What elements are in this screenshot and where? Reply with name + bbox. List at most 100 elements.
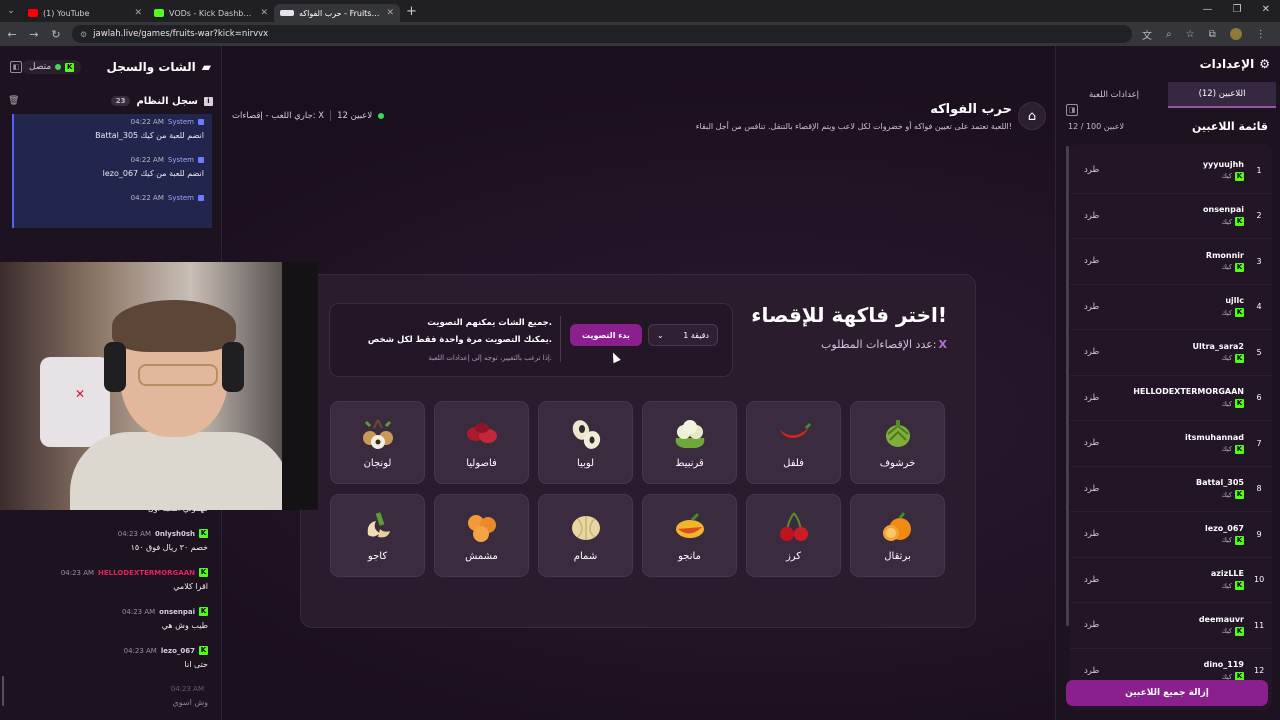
- kick-player-button[interactable]: طرد: [1084, 438, 1099, 448]
- msg-time: 04:23 AM: [117, 529, 151, 538]
- forward-icon[interactable]: →: [28, 28, 40, 41]
- home-button[interactable]: ⌂: [1018, 102, 1046, 130]
- remove-all-players-button[interactable]: إزالة جميع اللاعبين: [1066, 680, 1268, 706]
- new-tab-button[interactable]: +: [406, 4, 417, 19]
- kick-icon: K: [1235, 262, 1244, 272]
- kick-icon: K: [1235, 399, 1244, 409]
- player-name: onsenpai: [1203, 205, 1244, 215]
- tab-search-icon[interactable]: ⌄: [0, 0, 22, 22]
- browser-tab-kick[interactable]: VODs - Kick Dashboard ✕: [148, 4, 274, 22]
- chat-message: 04:23 AM 0nlysh0sh K خصم ٣٠ ريال فوق ١٥٠: [0, 529, 222, 568]
- close-icon[interactable]: ✕: [386, 8, 394, 18]
- kick-player-button[interactable]: طرد: [1084, 211, 1099, 221]
- player-row: طرد azizLLE كيك K 10: [1070, 558, 1272, 603]
- webcam-glasses: [138, 364, 218, 386]
- minimize-icon[interactable]: —: [1203, 4, 1213, 15]
- artichoke-icon: [880, 416, 916, 452]
- bookmark-star-icon[interactable]: ☆: [1186, 29, 1195, 40]
- syslog-count: 23: [110, 96, 131, 106]
- chat-title-text: الشات والسجل: [106, 60, 196, 74]
- maximize-icon[interactable]: ❐: [1233, 4, 1242, 15]
- game-subtitle: اللعبة تعتمد على تعيين فواكه أو خضروات ل…: [695, 122, 1012, 131]
- fruit-card[interactable]: برتقال: [850, 494, 945, 577]
- mango-icon: [672, 509, 708, 545]
- cherry-icon: [776, 509, 812, 545]
- kick-player-button[interactable]: طرد: [1084, 347, 1099, 357]
- kick-player-button[interactable]: طرد: [1084, 529, 1099, 539]
- fruit-card[interactable]: كاجو: [330, 494, 425, 577]
- trash-icon[interactable]: 🗑: [8, 96, 19, 106]
- reload-icon[interactable]: ↻: [50, 28, 62, 41]
- fruit-card[interactable]: شمام: [538, 494, 633, 577]
- fruit-grid: خرشوف فلفل قرنبيط لوبيا فاصوليا لونجان برتقال ك…: [329, 401, 945, 577]
- msg-user[interactable]: onsenpai: [159, 608, 195, 616]
- kick-player-button[interactable]: طرد: [1084, 575, 1099, 585]
- fruit-card[interactable]: فلفل: [746, 401, 841, 484]
- close-window-icon[interactable]: ✕: [1262, 4, 1270, 15]
- kick-player-button[interactable]: طرد: [1084, 666, 1099, 676]
- start-vote-button[interactable]: بدء التصويت: [570, 324, 642, 346]
- chat-message: 04:23 AM HELLODEXTERMORGAAN K اقرا كلامي: [0, 568, 222, 607]
- kick-player-button[interactable]: طرد: [1084, 165, 1099, 175]
- kick-icon: K: [199, 529, 208, 538]
- fruit-card[interactable]: مشمش: [434, 494, 529, 577]
- translate-icon[interactable]: 文: [1142, 27, 1152, 42]
- syslog-header[interactable]: 🗑 23 سجل النظام i: [0, 88, 221, 114]
- kick-player-button[interactable]: طرد: [1084, 393, 1099, 403]
- kick-player-button[interactable]: طرد: [1084, 302, 1099, 312]
- kick-player-button[interactable]: طرد: [1084, 484, 1099, 494]
- chat-scrollbar[interactable]: [2, 676, 4, 706]
- player-name: lezo_067: [1204, 523, 1244, 533]
- back-icon[interactable]: ←: [6, 28, 18, 41]
- player-source: كيك: [1221, 399, 1232, 408]
- msg-time: 04:22 AM: [130, 194, 164, 202]
- fruit-card[interactable]: مانجو: [642, 494, 737, 577]
- extensions-icon[interactable]: ⧉: [1209, 29, 1216, 40]
- fruit-card[interactable]: لوبيا: [538, 401, 633, 484]
- fruit-card[interactable]: خرشوف: [850, 401, 945, 484]
- menu-icon[interactable]: ⋮: [1256, 29, 1266, 40]
- fruit-card[interactable]: كرز: [746, 494, 841, 577]
- browser-tab-youtube[interactable]: (1) YouTube ✕: [22, 4, 148, 22]
- webcam-chair: [40, 357, 110, 447]
- game-title: حرب الفواكه: [930, 102, 1012, 117]
- zoom-icon[interactable]: ⌕: [1166, 29, 1172, 40]
- kick-icon: K: [65, 62, 75, 72]
- url-field[interactable]: ⚙ jawlah.live/games/fruits-war?kick=nirv…: [72, 25, 1132, 43]
- player-name: azizLLE: [1210, 569, 1244, 579]
- system-icon: [198, 195, 204, 201]
- collapse-panel-icon[interactable]: ◧: [10, 61, 22, 73]
- address-bar: ← → ↻ ⚙ jawlah.live/games/fruits-war?kic…: [0, 22, 1280, 46]
- fruit-card[interactable]: فاصوليا: [434, 401, 529, 484]
- system-message: 04:22 AM System lezo_067 انضم للعبة من ك…: [12, 152, 212, 190]
- fruit-card[interactable]: لونجان: [330, 401, 425, 484]
- tab-players[interactable]: اللاعبين (12): [1168, 82, 1276, 108]
- close-icon[interactable]: ✕: [134, 8, 142, 18]
- players-count: 12 لاعبين: [337, 110, 373, 121]
- fruit-name: برتقال: [884, 551, 911, 562]
- player-name: deemauvr: [1198, 614, 1244, 624]
- browser-tab-fruits-war[interactable]: حرب الفواكه - Fruits War | جوله ✕: [274, 4, 400, 22]
- cashew-icon: [360, 509, 396, 545]
- kick-player-button[interactable]: طرد: [1084, 620, 1099, 630]
- msg-user[interactable]: HELLODEXTERMORGAAN: [98, 569, 195, 577]
- player-name: Battal_305: [1196, 478, 1244, 488]
- msg-user: System: [167, 156, 194, 164]
- profile-avatar[interactable]: [1229, 28, 1242, 40]
- kick-player-button[interactable]: طرد: [1084, 256, 1099, 266]
- msg-user[interactable]: 0nlysh0sh: [155, 530, 195, 538]
- msg-time: 04:23 AM: [60, 568, 95, 577]
- site-info-icon[interactable]: ⚙: [80, 30, 87, 39]
- player-row: طرد itsmuhannad كيك K 7: [1070, 421, 1272, 467]
- close-icon[interactable]: ✕: [260, 8, 268, 18]
- duration-select[interactable]: ⌄ 1 دقيقة: [648, 324, 718, 346]
- msg-user[interactable]: lezo_067: [161, 647, 195, 655]
- collapse-settings-icon[interactable]: ◨: [1066, 104, 1078, 116]
- player-row: طرد Rmonnir كيك K 3: [1070, 239, 1272, 285]
- fruit-card[interactable]: قرنبيط: [642, 401, 737, 484]
- kick-icon: K: [1235, 490, 1244, 500]
- gear-icon: ⚙: [1259, 57, 1270, 71]
- card-title: اختر فاكهة للإقصاء!: [751, 303, 947, 327]
- player-number: 3: [1256, 256, 1262, 266]
- players-list-scrollbar[interactable]: [1066, 146, 1069, 626]
